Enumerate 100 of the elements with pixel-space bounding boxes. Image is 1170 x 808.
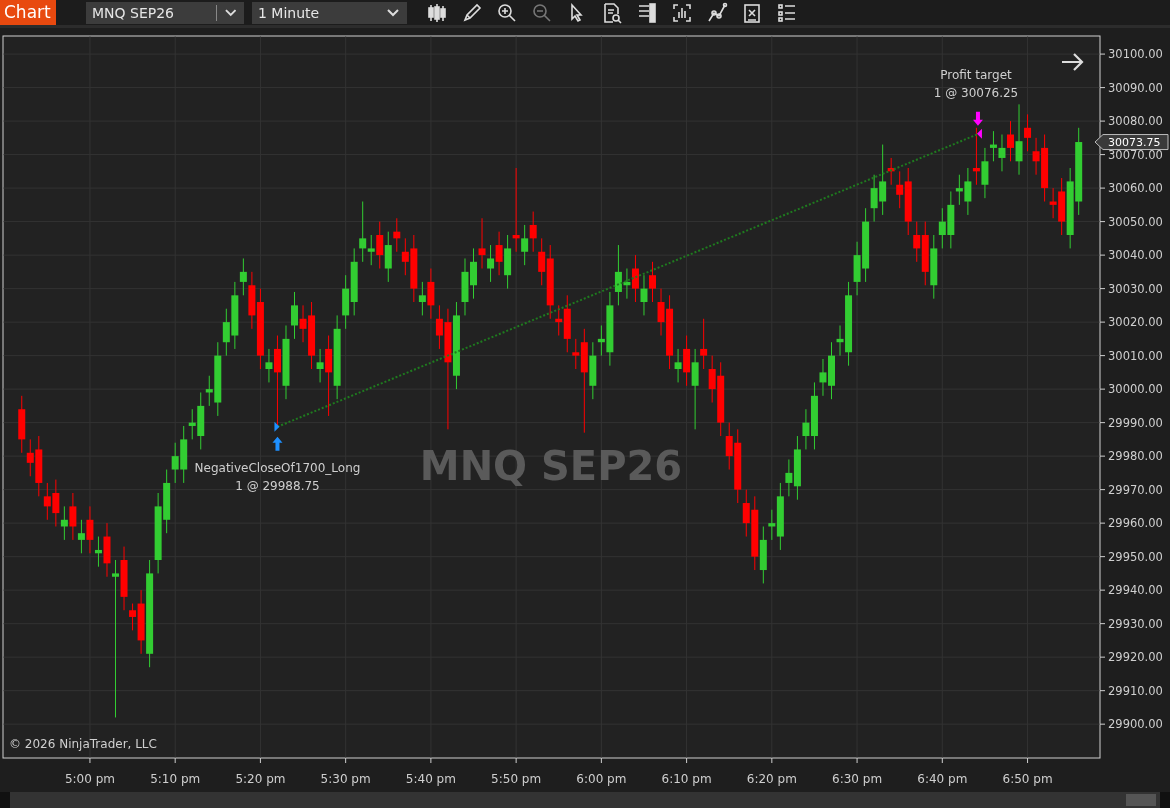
- line-nodes-icon[interactable]: [706, 1, 728, 24]
- x-axis-label: 5:10 pm: [150, 772, 201, 786]
- x-axis-label: 5:20 pm: [235, 772, 286, 786]
- candlestick: [495, 231, 503, 276]
- last-price-label: 30073.75: [1094, 134, 1169, 151]
- candlestick: [367, 234, 375, 266]
- up-arrow-icon: [272, 436, 283, 451]
- document-search-icon[interactable]: [601, 1, 623, 24]
- instrument-watermark: MNQ SEP26: [419, 443, 683, 489]
- y-axis-label: 30040.00: [1108, 248, 1163, 263]
- bar-chart-icon[interactable]: [671, 1, 693, 24]
- right-arrow-icon[interactable]: [1060, 52, 1084, 72]
- candlestick: [989, 130, 997, 162]
- candlestick: [572, 338, 580, 370]
- candlestick: [631, 254, 639, 303]
- caret-icon[interactable]: [387, 8, 399, 17]
- y-axis-label: 30080.00: [1108, 114, 1163, 129]
- candlestick: [77, 519, 85, 554]
- candlestick: [359, 201, 367, 263]
- candlestick: [998, 134, 1006, 172]
- candlestick: [691, 348, 699, 430]
- candlestick: [674, 348, 682, 383]
- y-axis-label: 29980.00: [1108, 449, 1163, 464]
- candlestick: [981, 147, 989, 199]
- entry-marker-icon: [274, 421, 280, 432]
- candlestick: [69, 492, 77, 541]
- caret-icon[interactable]: [224, 8, 236, 17]
- candlestick: [478, 217, 486, 270]
- y-axis-label: 30100.00: [1108, 47, 1163, 62]
- y-axis-label: 30050.00: [1108, 214, 1163, 229]
- candlestick: [112, 559, 120, 718]
- candlestick: [538, 237, 546, 286]
- exit-fill: 1 @ 30076.25: [933, 86, 1019, 100]
- copyright-text: © 2026 NinjaTrader, LLC: [9, 737, 157, 751]
- panel-list-icon[interactable]: [636, 1, 658, 24]
- x-axis-label: 6:00 pm: [576, 772, 627, 786]
- y-axis-label: 29900.00: [1108, 717, 1163, 732]
- clipboard-icon[interactable]: [741, 1, 763, 24]
- candlestick: [802, 408, 810, 450]
- y-axis-label: 30010.00: [1108, 348, 1163, 363]
- candlestick: [819, 358, 827, 397]
- candlestick: [265, 348, 273, 383]
- x-axis-label: 6:20 pm: [746, 772, 797, 786]
- candlestick: [470, 247, 478, 300]
- candlestick: [1015, 103, 1023, 176]
- candlestick: [768, 509, 776, 541]
- y-axis-label: 30000.00: [1108, 382, 1163, 397]
- candlestick: [1007, 120, 1014, 162]
- candlestick: [1024, 113, 1032, 152]
- candlestick: [529, 211, 537, 253]
- instrument-dropdown[interactable]: MNQ SEP26: [86, 1, 244, 24]
- candlestick: [427, 268, 435, 320]
- candlestick: [555, 304, 563, 337]
- exit-label: Profit target: [940, 68, 1012, 82]
- candlestick: [384, 231, 392, 283]
- y-axis-label: 29920.00: [1108, 650, 1163, 665]
- x-axis-label: 6:40 pm: [917, 772, 968, 786]
- candlestick: [512, 167, 520, 253]
- y-axis-label: 29940.00: [1108, 583, 1163, 598]
- down-arrow-icon: [972, 111, 983, 126]
- y-axis-label: 30030.00: [1108, 281, 1163, 296]
- candlestick: [94, 536, 102, 568]
- candlestick: [785, 458, 793, 497]
- candlestick: [86, 505, 94, 554]
- y-axis-label: 30020.00: [1108, 315, 1163, 330]
- candlestick: [325, 335, 333, 417]
- candlestick: [291, 291, 299, 340]
- y-axis-label: 29990.00: [1108, 415, 1163, 430]
- x-axis-label: 5:00 pm: [64, 772, 115, 786]
- entry-label: NegativeCloseOf1700_Long: [194, 460, 361, 475]
- y-axis-label: 29960.00: [1108, 516, 1163, 531]
- chart-title: Chart: [0, 0, 56, 25]
- candlestick: [972, 127, 980, 186]
- y-axis-label: 29950.00: [1108, 549, 1163, 564]
- x-axis-label: 5:40 pm: [405, 772, 456, 786]
- y-axis-label: 30090.00: [1108, 80, 1163, 95]
- candlestick: [683, 335, 691, 387]
- entry-fill: 1 @ 29988.75: [235, 478, 320, 493]
- x-axis-label: 6:10 pm: [661, 772, 712, 786]
- candlestick: [418, 281, 426, 316]
- list-icon[interactable]: [776, 1, 798, 24]
- candlestick: [487, 244, 495, 283]
- candlestick: [239, 257, 247, 296]
- candlestick: [649, 261, 657, 303]
- y-axis-label: 30060.00: [1108, 181, 1163, 196]
- x-axis-label: 6:50 pm: [1002, 772, 1053, 786]
- y-axis-label: 29910.00: [1108, 683, 1163, 698]
- x-axis-label: 6:30 pm: [832, 772, 883, 786]
- candlestick: [896, 170, 904, 209]
- interval-dropdown[interactable]: 1 Minute: [252, 1, 407, 24]
- candlestick: [129, 603, 137, 631]
- candlestick: [376, 221, 384, 270]
- pencil-icon[interactable]: [461, 1, 483, 24]
- x-axis-label: 5:30 pm: [320, 772, 371, 786]
- candlestick-icon[interactable]: [426, 1, 448, 24]
- zoom-out-icon[interactable]: [531, 1, 553, 24]
- candlestick: [700, 318, 708, 370]
- scrollbar[interactable]: [0, 792, 1170, 808]
- candlestick: [640, 274, 648, 316]
- zoom-in-icon[interactable]: [496, 1, 518, 24]
